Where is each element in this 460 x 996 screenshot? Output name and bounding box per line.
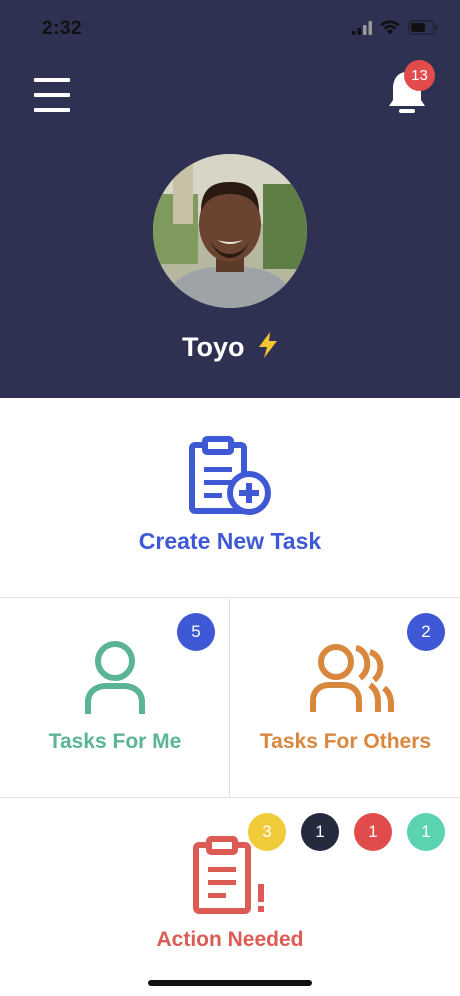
menu-bar (34, 78, 70, 82)
action-needed-badge-red: 1 (354, 813, 392, 851)
tasks-for-me-label: Tasks For Me (48, 730, 182, 753)
wifi-icon (380, 20, 400, 35)
clipboard-plus-icon (189, 436, 271, 515)
avatar[interactable] (153, 154, 307, 308)
menu-bar (34, 93, 70, 97)
tasks-for-others-badge: 2 (407, 613, 445, 651)
status-icons (352, 20, 438, 35)
avatar-photo (153, 154, 307, 308)
action-needed-badge-dark: 1 (301, 813, 339, 851)
users-icon (310, 644, 394, 712)
menu-bar (34, 108, 70, 112)
lightning-icon (258, 332, 278, 365)
notifications-badge: 13 (404, 60, 435, 91)
create-task-label: Create New Task (138, 528, 322, 554)
tasks-for-me-badge: 5 (177, 613, 215, 651)
status-bar: 2:32 (0, 0, 460, 58)
tasks-for-others-label: Tasks For Others (259, 730, 432, 753)
user-icon (85, 641, 145, 714)
menu-button[interactable] (34, 78, 72, 116)
clipboard-alert-icon (193, 836, 264, 914)
user-name: Toyo (181, 332, 245, 362)
action-needed-badge-green: 1 (407, 813, 445, 851)
signal-icon (352, 20, 372, 35)
status-time: 2:32 (42, 18, 83, 39)
battery-icon (408, 20, 438, 35)
home-indicator[interactable] (148, 980, 312, 986)
action-needed-label: Action Needed (156, 928, 304, 951)
user-name-row: Toyo (0, 332, 460, 365)
